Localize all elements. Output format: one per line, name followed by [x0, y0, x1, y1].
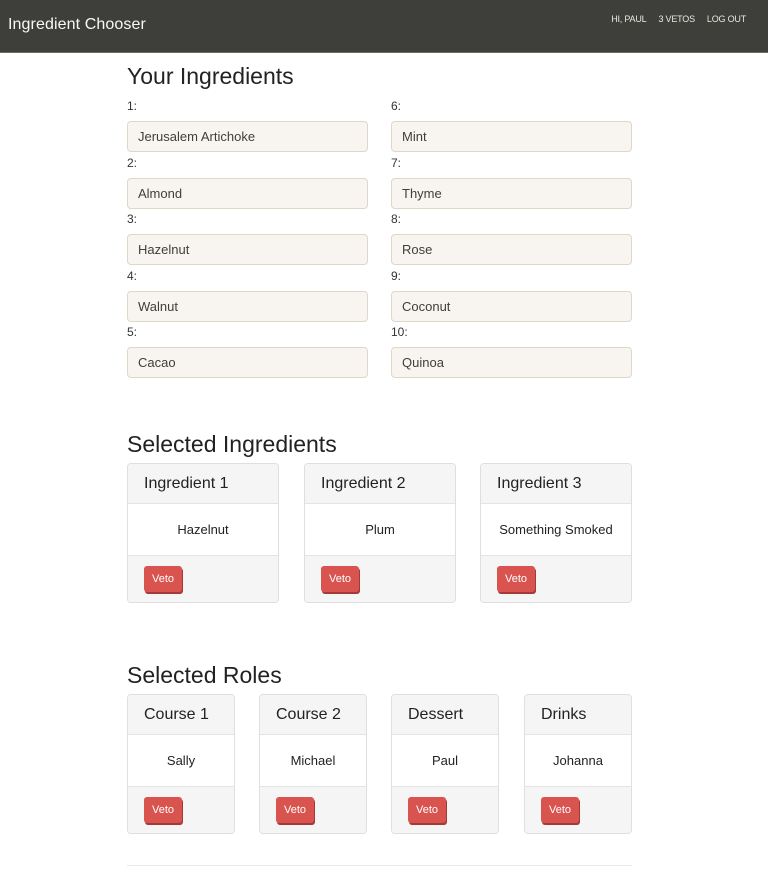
- veto-button[interactable]: Veto: [408, 797, 447, 823]
- ingredient-label: 6:: [391, 99, 402, 113]
- ingredient-label: 1:: [127, 99, 138, 113]
- veto-button[interactable]: Veto: [144, 566, 183, 592]
- card-header: Course 1: [128, 695, 234, 735]
- ingredient-label: 9:: [391, 268, 402, 283]
- ingredient-input[interactable]: Jerusalem Artichoke: [127, 121, 368, 152]
- ingredient-field: 7: Thyme: [391, 156, 632, 213]
- ingredient-card: Ingredient 1 Hazelnut Veto: [127, 463, 279, 603]
- ingredient-field: 5: Cacao: [127, 325, 368, 382]
- role-card: Course 2 Michael Veto: [259, 694, 367, 834]
- ingredient-label: 2:: [127, 155, 138, 170]
- brand-title[interactable]: Ingredient Chooser: [8, 16, 146, 34]
- ingredient-input[interactable]: Hazelnut: [127, 234, 368, 265]
- ingredient-card: Ingredient 2 Plum Veto: [304, 463, 456, 603]
- card-footer: Veto: [525, 787, 631, 833]
- card-value: Plum: [305, 504, 455, 556]
- ingredient-field: 9: Coconut: [391, 269, 632, 326]
- ingredient-label: 5:: [127, 325, 138, 339]
- veto-button[interactable]: Veto: [276, 797, 315, 823]
- ingredient-field: 8: Rose: [391, 212, 632, 269]
- ingredient-label: 8:: [391, 212, 402, 226]
- veto-button[interactable]: Veto: [541, 797, 580, 823]
- card-value: Sally: [128, 735, 234, 787]
- card-footer: Veto: [481, 556, 631, 602]
- role-card: Drinks Johanna Veto: [524, 694, 632, 834]
- ingredient-label: 3:: [127, 212, 138, 226]
- ingredient-field: 1: Jerusalem Artichoke: [127, 99, 368, 156]
- ingredient-input[interactable]: Thyme: [391, 177, 632, 209]
- ingredient-field: 10: Quinoa: [391, 325, 632, 382]
- selected-roles-title: Selected Roles: [127, 662, 282, 688]
- ingredient-input[interactable]: Quinoa: [391, 347, 632, 378]
- ingredient-field: 6: Mint: [391, 99, 632, 156]
- card-footer: Veto: [128, 787, 234, 833]
- card-header: Drinks: [525, 695, 631, 735]
- footer-divider: [127, 865, 632, 866]
- ingredient-label: 4:: [127, 268, 138, 283]
- card-value: Michael: [260, 735, 366, 787]
- ingredient-input[interactable]: Mint: [391, 121, 632, 152]
- nav-vetos[interactable]: 3 Vetos: [658, 14, 695, 24]
- nav-logout[interactable]: Log Out: [707, 14, 746, 24]
- selected-ingredients-title: Selected Ingredients: [127, 431, 337, 457]
- card-header: Ingredient 1: [128, 464, 278, 504]
- ingredient-label: 7:: [391, 155, 402, 170]
- card-footer: Veto: [392, 787, 498, 833]
- card-value: Hazelnut: [128, 504, 278, 556]
- card-value: Paul: [392, 735, 498, 787]
- navbar: Ingredient Chooser Hi, Paul 3 Vetos Log …: [0, 0, 768, 53]
- your-ingredients-title: Your Ingredients: [127, 63, 294, 89]
- ingredient-card: Ingredient 3 Something Smoked Veto: [480, 463, 632, 603]
- card-header: Dessert: [392, 695, 498, 735]
- veto-button[interactable]: Veto: [497, 566, 536, 592]
- ingredient-input[interactable]: Cacao: [127, 347, 368, 378]
- role-card: Dessert Paul Veto: [391, 694, 499, 834]
- ingredients-column-right: 6: Mint 7: Thyme 8: Rose 9: Coconut 10: …: [391, 99, 632, 382]
- ingredient-input[interactable]: Walnut: [127, 290, 368, 322]
- ingredient-input[interactable]: Rose: [391, 234, 632, 265]
- card-header: Ingredient 3: [481, 464, 631, 504]
- ingredient-field: 4: Walnut: [127, 269, 368, 326]
- ingredients-column-left: 1: Jerusalem Artichoke 2: Almond 3: Haze…: [127, 99, 368, 382]
- ingredient-label: 10:: [391, 325, 408, 339]
- card-header: Course 2: [260, 695, 366, 735]
- nav-greeting[interactable]: Hi, Paul: [611, 14, 646, 24]
- role-card: Course 1 Sally Veto: [127, 694, 235, 834]
- veto-button[interactable]: Veto: [321, 566, 360, 592]
- nav-links: Hi, Paul 3 Vetos Log Out: [611, 14, 746, 24]
- card-footer: Veto: [305, 556, 455, 602]
- ingredient-input[interactable]: Almond: [127, 177, 368, 209]
- veto-button[interactable]: Veto: [144, 797, 183, 823]
- card-value: Johanna: [525, 735, 631, 787]
- card-header: Ingredient 2: [305, 464, 455, 504]
- card-footer: Veto: [128, 556, 278, 602]
- ingredient-field: 2: Almond: [127, 156, 368, 213]
- card-value: Something Smoked: [481, 504, 631, 556]
- ingredient-field: 3: Hazelnut: [127, 212, 368, 269]
- card-footer: Veto: [260, 787, 366, 833]
- ingredient-input[interactable]: Coconut: [391, 290, 632, 322]
